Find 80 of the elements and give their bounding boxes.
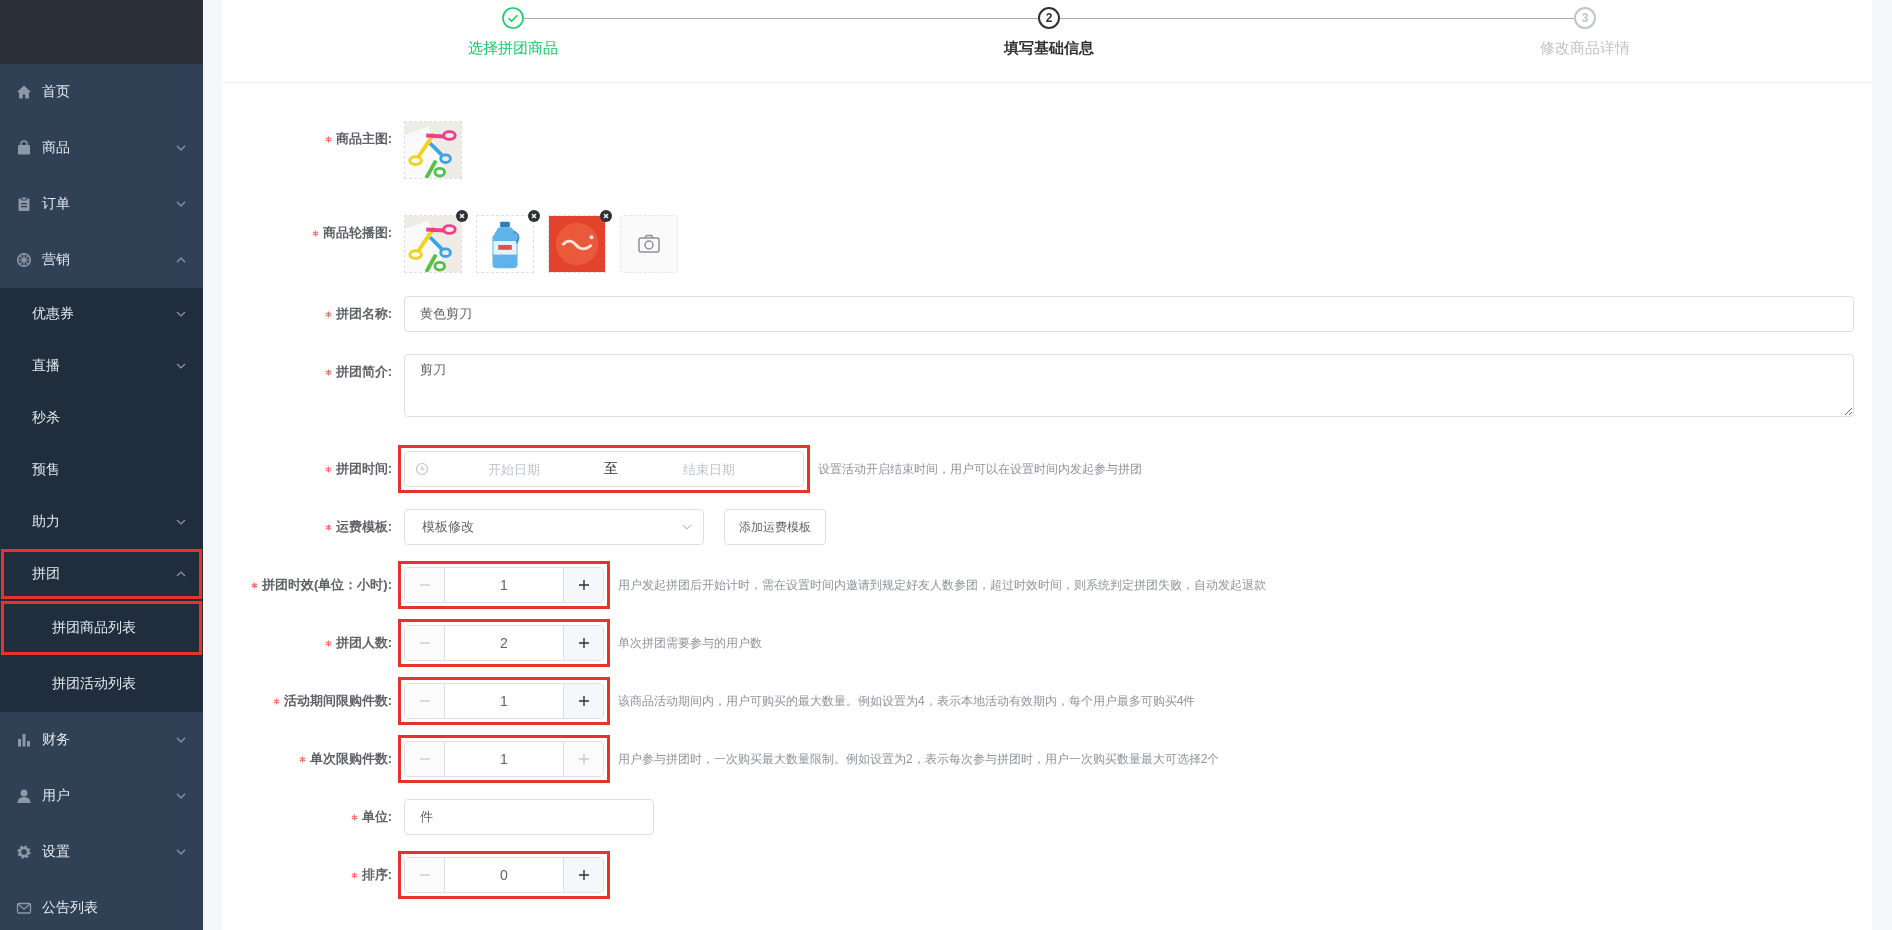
field-label: 拼团时效(单位：小时):: [262, 576, 392, 594]
plus-icon: [576, 868, 591, 882]
field-label: 排序:: [361, 866, 392, 884]
sidebar-item[interactable]: 拼团: [0, 548, 203, 600]
text-field[interactable]: 黄色剪刀: [404, 296, 1854, 332]
increment-button[interactable]: [563, 684, 603, 718]
sidebar-item[interactable]: 直播: [0, 340, 203, 392]
sidebar-item[interactable]: 商品: [0, 120, 203, 176]
sidebar-item[interactable]: 首页: [0, 64, 203, 120]
number-input[interactable]: 0: [404, 857, 604, 893]
number-field[interactable]: 1: [445, 568, 563, 602]
field-label: 运费模板:: [335, 518, 392, 536]
increment-button[interactable]: [563, 626, 603, 660]
clipboard-icon: [16, 196, 32, 212]
camera-icon: [637, 232, 661, 256]
sidebar-item[interactable]: 营销: [0, 232, 203, 288]
number-field[interactable]: 1: [445, 684, 563, 718]
field-label: 活动期间限购件数:: [283, 692, 392, 710]
field-label: 单次限购件数:: [309, 750, 392, 768]
settings-icon: [16, 844, 32, 860]
sidebar-item[interactable]: 订单: [0, 176, 203, 232]
plus-icon: [576, 694, 591, 708]
text-field[interactable]: 件: [404, 799, 654, 835]
field-hint: 用户参与拼团时，一次购买最大数量限制。例如设置为2，表示每次参与拼团时，用户一次购买数量最大可选择2个: [618, 750, 1220, 768]
wheel-icon: [16, 252, 32, 268]
step-label: 填写基础信息: [1004, 39, 1094, 58]
start-date-input[interactable]: 开始日期: [429, 460, 598, 478]
increment-button[interactable]: [563, 568, 603, 602]
sidebar-item[interactable]: 公告列表: [0, 880, 203, 930]
select-field[interactable]: 模板修改: [404, 509, 704, 545]
sidebar-item[interactable]: 用户: [0, 768, 203, 824]
sidebar-item[interactable]: 秒杀: [0, 392, 203, 444]
field-hint: 设置活动开启结束时间，用户可以在设置时间内发起参与拼团: [818, 460, 1142, 478]
step-label: 修改商品详情: [1540, 39, 1630, 58]
field-label: 商品轮播图:: [322, 224, 392, 242]
number-field[interactable]: 0: [445, 858, 563, 892]
date-range-field[interactable]: 开始日期 至 结束日期: [404, 451, 804, 487]
sidebar-item[interactable]: 预售: [0, 444, 203, 496]
home-icon: [16, 84, 32, 100]
field-hint: 该商品活动期间内，用户可购买的最大数量。例如设置为4，表示本地活动有效期内，每个用户最多可购买4件: [618, 692, 1196, 710]
add-template-button[interactable]: 添加运费模板: [724, 509, 826, 545]
step-label: 选择拼团商品: [468, 39, 558, 58]
shopping-bag-icon: [16, 140, 32, 156]
number-field[interactable]: 2: [445, 626, 563, 660]
sidebar-item[interactable]: 设置: [0, 824, 203, 880]
increment-button[interactable]: [563, 858, 603, 892]
field-label: 拼团简介:: [335, 363, 392, 381]
field-label: 拼团名称:: [335, 305, 392, 323]
step-number: 3: [1574, 7, 1596, 29]
number-input[interactable]: 2: [404, 625, 604, 661]
number-input[interactable]: 1: [404, 567, 604, 603]
step-number: 2: [1038, 7, 1060, 29]
number-input[interactable]: 1: [404, 741, 604, 777]
number-field[interactable]: 1: [445, 742, 563, 776]
remove-icon[interactable]: [528, 210, 540, 222]
number-input[interactable]: 1: [404, 683, 604, 719]
plus-icon: [576, 636, 591, 650]
bar-chart-icon: [16, 732, 32, 748]
sidebar-item[interactable]: 助力: [0, 496, 203, 548]
sidebar-item[interactable]: 拼团活动列表: [0, 656, 203, 712]
remove-icon[interactable]: [600, 210, 612, 222]
textarea-field[interactable]: 剪刀: [404, 354, 1854, 417]
field-label: 商品主图:: [335, 130, 392, 148]
select-value[interactable]: 模板修改: [420, 518, 681, 536]
sidebar-item[interactable]: 财务: [0, 712, 203, 768]
field-label: 单位:: [361, 808, 392, 826]
clock-icon: [415, 462, 429, 476]
end-date-input[interactable]: 结束日期: [624, 460, 793, 478]
field-hint: 单次拼团需要参与的用户数: [618, 634, 762, 652]
field-label: 拼团人数:: [335, 634, 392, 652]
user-icon: [16, 788, 32, 804]
sidebar-item[interactable]: 拼团商品列表: [0, 600, 203, 656]
range-separator: 至: [603, 460, 619, 478]
plus-icon: [576, 578, 591, 592]
sidebar-item[interactable]: 优惠券: [0, 288, 203, 340]
remove-icon[interactable]: [456, 210, 468, 222]
field-label: 拼团时间:: [335, 460, 392, 478]
mail-icon: [16, 900, 32, 916]
plus-icon: [576, 752, 591, 766]
field-hint: 用户发起拼团后开始计时，需在设置时间内邀请到规定好友人数参团，超过时效时间，则系统判定拼团失败，自动发起退款: [618, 576, 1266, 594]
